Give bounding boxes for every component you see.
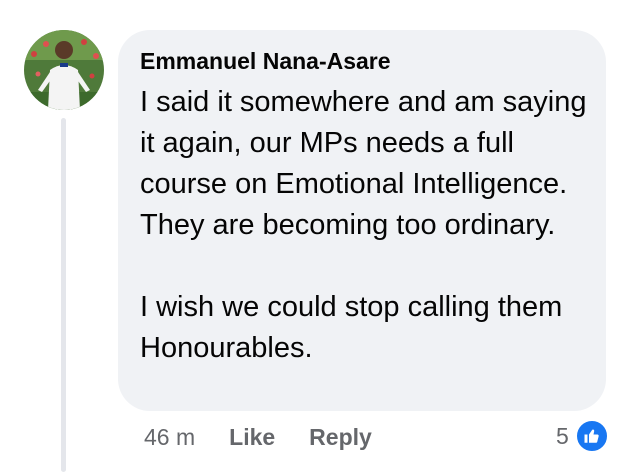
comment-actions: 46 m Like Reply	[144, 420, 406, 454]
comment-timestamp[interactable]: 46 m	[144, 424, 195, 451]
thumbs-up-icon	[584, 429, 599, 443]
like-button[interactable]: Like	[229, 424, 275, 451]
like-icon	[574, 419, 609, 453]
reply-button[interactable]: Reply	[309, 424, 372, 451]
avatar[interactable]	[24, 30, 104, 110]
comment-text: I said it somewhere and am saying it aga…	[140, 82, 590, 369]
comment-thread: Emmanuel Nana-Asare I said it somewhere …	[0, 0, 640, 472]
avatar-image	[24, 30, 104, 110]
thread-line	[61, 118, 66, 472]
comment-paragraph: I wish we could stop calling them Honour…	[140, 291, 563, 364]
reaction-summary[interactable]: 5	[556, 419, 609, 453]
reaction-count: 5	[556, 422, 569, 449]
comment-paragraph: I said it somewhere and am saying it aga…	[140, 86, 587, 241]
comment-author[interactable]: Emmanuel Nana-Asare	[140, 48, 391, 75]
